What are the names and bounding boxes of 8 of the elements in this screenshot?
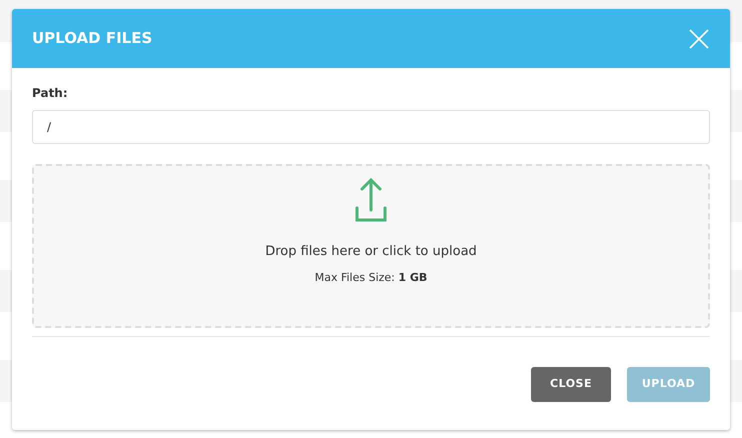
drop-zone[interactable]: Drop files here or click to upload Max Files Size: 1 GB — [32, 164, 710, 328]
close-icon[interactable] — [688, 28, 710, 50]
drop-instructions: Drop files here or click to upload — [265, 243, 477, 261]
path-label: Path: — [32, 85, 69, 102]
size-limit-text: Max Files Size: 1 GB — [314, 270, 428, 286]
path-field[interactable]: / — [32, 110, 710, 144]
close-button[interactable]: CLOSE — [531, 367, 611, 402]
dialog-title: UPLOAD FILES — [32, 28, 152, 50]
